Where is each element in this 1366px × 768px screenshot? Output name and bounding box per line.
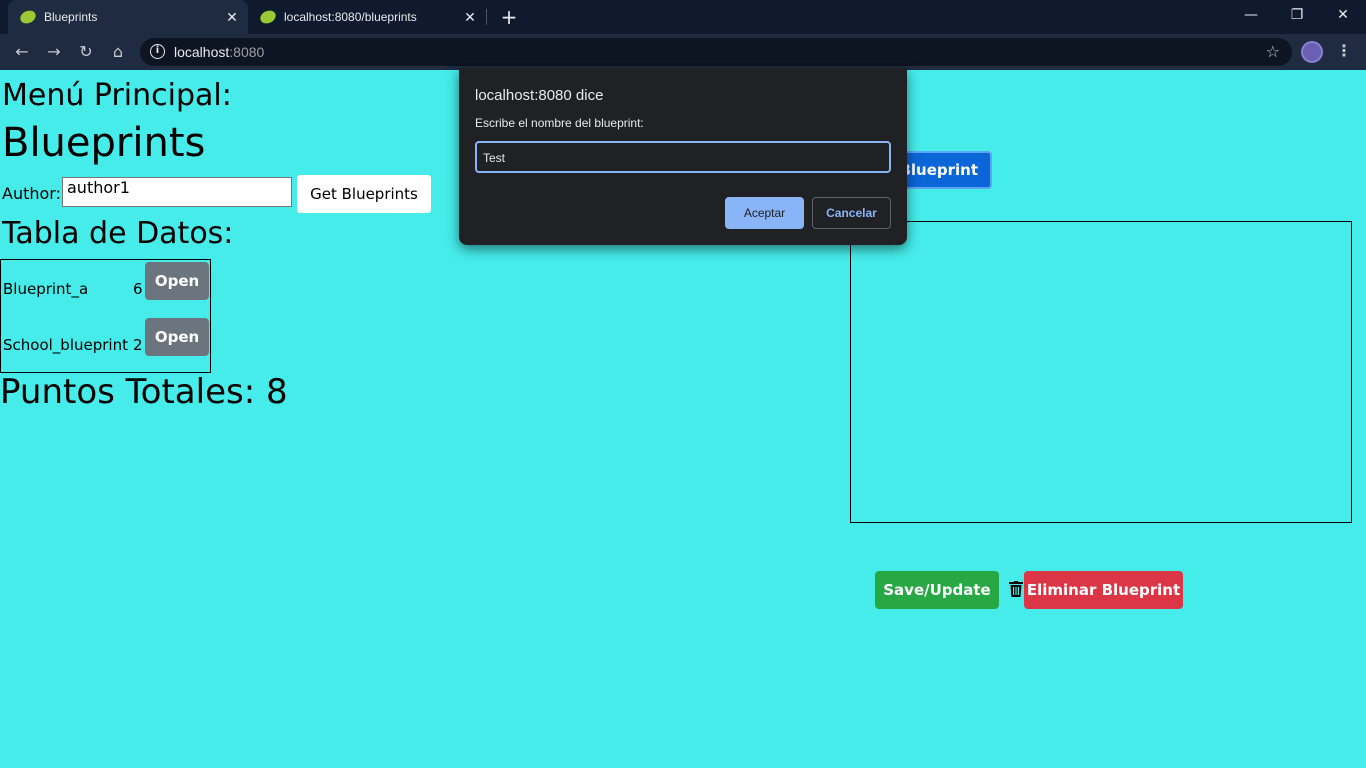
dialog-message: Escribe el nombre del blueprint: (475, 116, 644, 130)
open-blueprint-button[interactable]: Open (145, 318, 209, 356)
table-row: School_blueprint 2 Open (3, 316, 211, 356)
save-update-button[interactable]: Save/Update (875, 571, 999, 609)
author-label: Author: (2, 184, 61, 203)
prompt-dialog: localhost:8080 dice Escribe el nombre de… (459, 68, 907, 245)
blueprints-table: Blueprint_a 6 Open School_blueprint 2 Op… (0, 259, 211, 373)
address-bar[interactable]: i localhost:8080 ☆ (140, 38, 1292, 66)
profile-avatar[interactable] (1301, 41, 1323, 63)
tab-strip: Blueprints ✕ localhost:8080/blueprints ✕… (0, 0, 1366, 34)
close-window-button[interactable]: ✕ (1320, 0, 1366, 34)
url-text[interactable]: localhost:8080 (174, 44, 264, 60)
restore-button[interactable]: ❐ (1274, 0, 1320, 34)
spring-leaf-icon (258, 8, 278, 26)
blueprint-name-input[interactable]: Test (475, 141, 891, 173)
blueprint-name: School_blueprint (3, 336, 128, 354)
table-heading: Tabla de Datos: (2, 216, 234, 251)
dialog-title: localhost:8080 dice (475, 87, 604, 104)
home-icon[interactable]: ⌂ (106, 40, 130, 64)
blueprint-name: Blueprint_a (3, 280, 89, 298)
tab-title: Blueprints (44, 10, 98, 24)
blueprint-points: 2 (133, 336, 143, 354)
create-blueprint-button[interactable]: Blueprint (895, 151, 992, 189)
site-info-icon[interactable]: i (150, 44, 165, 59)
trash-icon (1009, 581, 1023, 597)
url-port: :8080 (229, 44, 265, 60)
close-tab-icon[interactable]: ✕ (222, 9, 242, 26)
minimize-button[interactable]: — (1228, 0, 1274, 34)
browser-toolbar: ← → ↻ ⌂ i localhost:8080 ☆ ⋮ (0, 34, 1366, 70)
tab-blueprints-api[interactable]: localhost:8080/blueprints ✕ (248, 0, 486, 34)
reload-icon[interactable]: ↻ (74, 40, 98, 64)
table-row: Blueprint_a 6 Open (3, 260, 211, 300)
total-points: Puntos Totales: 8 (0, 372, 288, 412)
open-blueprint-button[interactable]: Open (145, 262, 209, 300)
menu-heading: Menú Principal: (2, 78, 232, 113)
page-title: Blueprints (2, 120, 206, 166)
cancel-button[interactable]: Cancelar (812, 197, 891, 229)
close-tab-icon[interactable]: ✕ (460, 9, 480, 26)
new-tab-button[interactable]: + (498, 4, 520, 30)
spring-leaf-icon (18, 8, 38, 26)
author-input[interactable]: author1 (62, 177, 292, 207)
browser-menu-icon[interactable]: ⋮ (1336, 40, 1352, 62)
blueprint-canvas[interactable] (850, 221, 1352, 523)
tab-title: localhost:8080/blueprints (284, 10, 417, 24)
tab-separator (486, 9, 487, 25)
back-icon[interactable]: ← (10, 40, 34, 64)
delete-blueprint-button[interactable]: Eliminar Blueprint (1024, 571, 1183, 609)
accept-button[interactable]: Aceptar (725, 197, 804, 229)
blueprint-points: 6 (133, 280, 143, 298)
get-blueprints-button[interactable]: Get Blueprints (297, 175, 431, 213)
forward-icon[interactable]: → (42, 40, 66, 64)
tab-blueprints[interactable]: Blueprints ✕ (8, 0, 248, 34)
url-host: localhost (174, 44, 230, 60)
bookmark-star-icon[interactable]: ☆ (1266, 42, 1280, 61)
